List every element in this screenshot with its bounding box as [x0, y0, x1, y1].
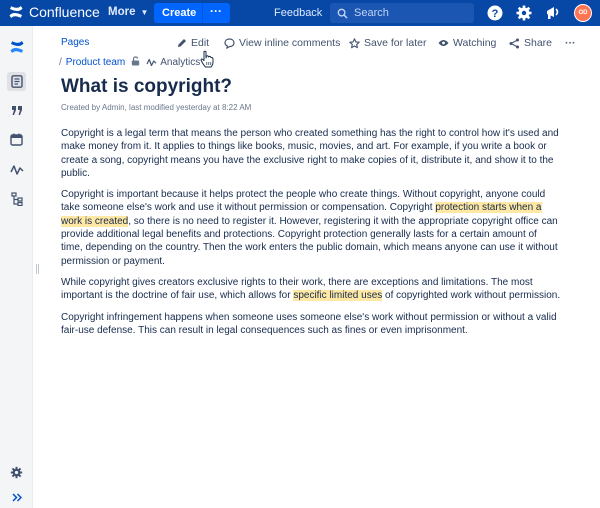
- pencil-icon: [178, 39, 186, 47]
- save-for-later-label: Save for later: [364, 37, 427, 49]
- notifications-megaphone-icon[interactable]: [544, 4, 562, 22]
- analytics-icon[interactable]: [7, 160, 26, 179]
- search-placeholder: Search: [354, 7, 389, 19]
- breadcrumb: / Product team Analytics: [59, 56, 200, 69]
- unlock-icon[interactable]: [131, 56, 140, 69]
- paragraph-3: While copyright gives creators exclusive…: [61, 276, 561, 303]
- share-button[interactable]: Share: [509, 36, 552, 50]
- sidebar-resize-handle[interactable]: [36, 264, 39, 274]
- settings-gear-icon[interactable]: [515, 4, 533, 22]
- share-label: Share: [524, 37, 553, 49]
- paragraph-2-text-b: , so there is no need to register it. Ho…: [61, 215, 558, 267]
- page-tree-icon[interactable]: [7, 189, 26, 208]
- more-label: More: [108, 6, 136, 18]
- page-byline: Created by Admin, last modified yesterda…: [61, 103, 252, 112]
- save-for-later-button[interactable]: Save for later: [349, 36, 426, 50]
- create-more-button[interactable]: ···: [210, 4, 222, 18]
- search-input[interactable]: Search: [330, 3, 474, 23]
- watching-label: Watching: [453, 37, 497, 49]
- create-divider: [202, 3, 203, 23]
- edit-label: Edit: [191, 37, 210, 49]
- view-inline-comments-label: View inline comments: [239, 37, 341, 49]
- eye-icon: [438, 40, 449, 46]
- paragraph-3-text-b: of copyrighted work without permission.: [382, 290, 561, 302]
- create-button[interactable]: Create ···: [154, 3, 230, 23]
- space-settings-gear-icon[interactable]: [7, 463, 26, 482]
- analytics-icon: [146, 58, 157, 67]
- view-inline-comments-button[interactable]: View inline comments: [224, 36, 340, 50]
- feedback-link[interactable]: Feedback: [274, 7, 322, 19]
- space-sidebar: [0, 26, 33, 508]
- pages-icon[interactable]: [7, 72, 26, 91]
- chevron-down-icon: ▼: [140, 7, 149, 17]
- paragraph-4: Copyright infringement happens when some…: [61, 311, 557, 336]
- calendar-icon[interactable]: [7, 130, 26, 149]
- analytics-label: Analytics: [160, 57, 201, 68]
- inline-comment-highlight[interactable]: specific limited uses: [293, 290, 383, 302]
- top-navigation: Confluence More ▼ Create ··· Feedback Se…: [0, 0, 600, 26]
- breadcrumb-product-team[interactable]: Product team: [66, 57, 125, 68]
- svg-text:?: ?: [492, 8, 499, 20]
- search-icon: [337, 8, 348, 19]
- page-body: Copyright is a legal term that means the…: [61, 127, 561, 345]
- watching-button[interactable]: Watching: [438, 36, 496, 50]
- analytics-link[interactable]: Analytics: [146, 57, 200, 68]
- product-name: Confluence: [29, 4, 100, 20]
- help-icon[interactable]: ?: [486, 4, 504, 22]
- edit-button[interactable]: Edit: [177, 36, 209, 50]
- breadcrumb-pages[interactable]: Pages: [61, 37, 89, 48]
- confluence-logo-icon: [9, 6, 23, 18]
- paragraph-2: Copyright is important because it helps …: [61, 188, 561, 268]
- page-title: What is copyright?: [61, 76, 232, 97]
- more-actions-label: ···: [565, 37, 576, 49]
- blog-quote-icon[interactable]: [7, 101, 26, 120]
- expand-sidebar-icon[interactable]: [7, 488, 26, 507]
- breadcrumb-separator: /: [59, 57, 62, 68]
- paragraph-1: Copyright is a legal term that means the…: [61, 128, 559, 179]
- confluence-logo[interactable]: Confluence: [8, 4, 100, 20]
- star-icon: [349, 37, 360, 48]
- share-icon: [509, 38, 519, 48]
- page-content: Pages Edit View inline comments Save for…: [40, 26, 600, 508]
- hand-pointer-cursor-icon: [200, 50, 214, 68]
- comment-icon: [224, 37, 235, 49]
- avatar-initials: OD: [578, 10, 588, 16]
- more-menu[interactable]: More ▼: [108, 6, 148, 18]
- more-actions-button[interactable]: ···: [565, 36, 576, 50]
- space-logo-icon[interactable]: [7, 37, 26, 56]
- user-avatar[interactable]: OD: [574, 4, 592, 22]
- create-label: Create: [162, 7, 197, 19]
